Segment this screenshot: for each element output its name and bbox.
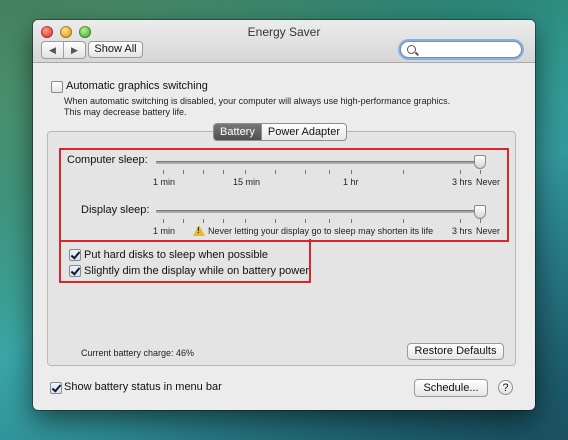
back-forward-control: ◀ ▶ [41,41,86,59]
energy-saver-window: Energy Saver ◀ ▶ Show All Automatic grap… [33,20,535,410]
tab-bar: Battery Power Adapter [213,123,348,141]
battery-charge-status: Current battery charge: 46% [81,348,195,358]
tab-power-adapter[interactable]: Power Adapter [260,124,346,140]
show-battery-status-label: Show battery status in menu bar [64,381,222,393]
show-all-button[interactable]: Show All [88,41,143,58]
graphics-switching-label: Automatic graphics switching [66,80,208,92]
help-button[interactable]: ? [498,380,513,395]
show-battery-status-checkbox[interactable] [50,382,62,394]
highlight-box-options [59,239,311,283]
graphics-switching-checkbox[interactable] [51,81,63,93]
search-icon [407,45,416,54]
window-title: Energy Saver [247,25,321,39]
restore-defaults-button[interactable]: Restore Defaults [407,343,504,360]
forward-button[interactable]: ▶ [64,42,85,58]
schedule-button[interactable]: Schedule... [414,379,488,397]
title-bar: Energy Saver ◀ ▶ Show All [33,20,535,63]
back-button[interactable]: ◀ [42,42,64,58]
highlight-box-sliders [59,148,509,242]
tab-battery[interactable]: Battery [214,124,261,140]
graphics-description-line1: When automatic switching is disabled, yo… [64,96,451,106]
search-field[interactable] [400,41,522,58]
graphics-description-line2: This may decrease battery life. [64,107,187,117]
